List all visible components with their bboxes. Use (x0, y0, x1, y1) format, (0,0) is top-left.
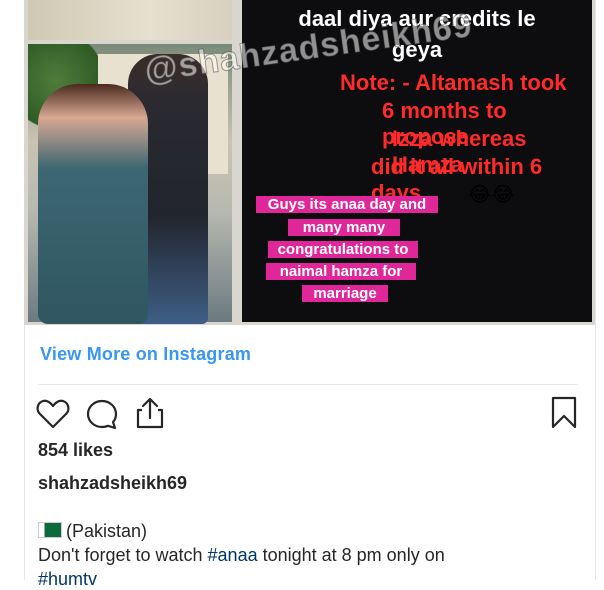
couple-photo (28, 44, 232, 324)
caption-text: Don't forget to watch #anaa tonight at 8… (38, 545, 445, 566)
woman-figure (38, 84, 148, 324)
comment-icon[interactable] (85, 398, 119, 430)
heart-icon[interactable] (36, 398, 70, 430)
caption-location: (Pakistan) (38, 521, 147, 542)
pink-caption-line: marriage (302, 285, 388, 302)
pink-caption-line: Guys its anaa day and (256, 196, 438, 213)
view-more-link[interactable]: View More on Instagram (40, 344, 251, 365)
bookmark-icon[interactable] (550, 396, 578, 430)
location-text: (Pakistan) (66, 521, 148, 541)
hashtag-link[interactable]: #anaa (208, 545, 258, 565)
caption-text-part: Don't forget to watch (38, 545, 208, 565)
pink-caption-line: congratulations to (268, 241, 418, 258)
pakistan-flag-icon (38, 522, 62, 538)
photo-strip-top (28, 0, 232, 40)
note-line: Note: - Altamash took (340, 70, 567, 95)
likes-count[interactable]: 854 likes (38, 440, 113, 461)
pink-caption-line: many many (288, 219, 400, 236)
share-icon[interactable] (134, 396, 166, 430)
laughing-emoji: 😂😂 (468, 184, 515, 206)
pink-caption-line: naimal hamza for (266, 263, 416, 280)
divider (38, 384, 578, 385)
caption-text-part: tonight at 8 pm only on (257, 545, 445, 565)
post-image[interactable]: daal diya aur credits le geya Note: - Al… (24, 0, 595, 325)
username-link[interactable]: shahzadsheikh69 (38, 473, 187, 494)
